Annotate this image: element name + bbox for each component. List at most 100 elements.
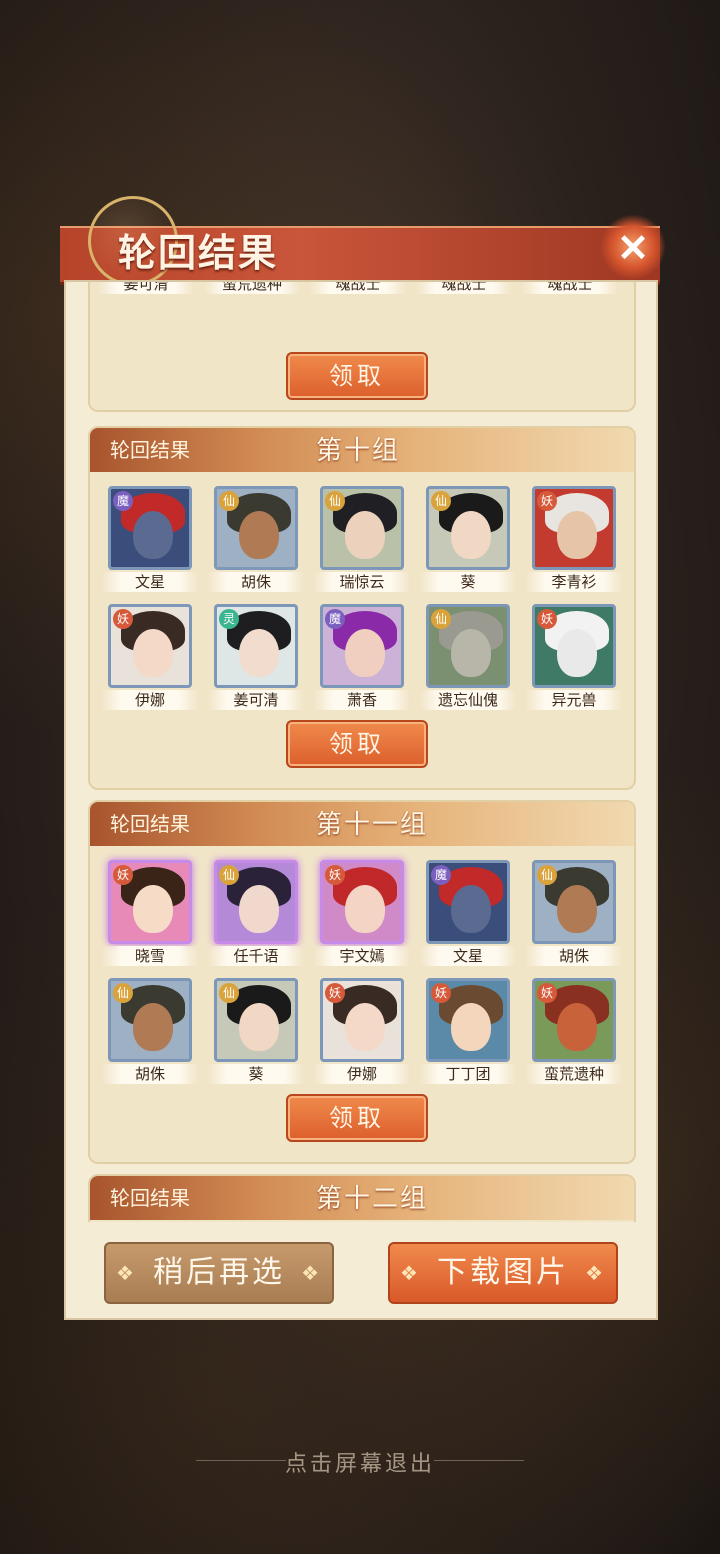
character-portrait: 仙 bbox=[214, 978, 298, 1062]
character-card[interactable]: 妖晓雪 bbox=[102, 860, 198, 966]
character-card[interactable]: 妖李青衫 bbox=[526, 486, 622, 592]
group-title: 第十二组 bbox=[316, 1184, 429, 1214]
character-name: 伊娜 bbox=[102, 690, 198, 710]
character-portrait: 仙 bbox=[426, 486, 510, 570]
character-name: 蛮荒遗种 bbox=[204, 282, 300, 294]
character-card[interactable]: 仙胡侏 bbox=[102, 978, 198, 1084]
character-name: 异元兽 bbox=[526, 690, 622, 710]
character-portrait: 妖 bbox=[108, 604, 192, 688]
character-card[interactable]: 灵姜可清 bbox=[208, 604, 304, 710]
character-name: 晓雪 bbox=[102, 946, 198, 966]
character-name: 文星 bbox=[420, 946, 516, 966]
group-header: 轮回结果 第十一组 bbox=[90, 802, 634, 846]
character-portrait: 仙 bbox=[108, 978, 192, 1062]
claim-button[interactable]: 领取 bbox=[286, 720, 428, 768]
character-card[interactable]: 仙瑞惊云 bbox=[314, 486, 410, 592]
faction-badge-icon: 妖 bbox=[113, 865, 133, 885]
faction-badge-icon: 魔 bbox=[325, 609, 345, 629]
character-card[interactable]: 魔文星 bbox=[102, 486, 198, 592]
character-card[interactable]: 妖异元兽 bbox=[526, 604, 622, 710]
character-card[interactable]: 仙胡侏 bbox=[526, 860, 622, 966]
character-name: 伊娜 bbox=[314, 1064, 410, 1084]
results-panel: 姜可清 蛮荒遗种 魂战士 魂战士 魂战士 领取 轮回结果 第十组魔文星仙胡侏仙瑞惊云仙葵妖… bbox=[64, 280, 658, 1320]
character-name: 瑞惊云 bbox=[314, 572, 410, 592]
result-group: 轮回结果 第十二组 bbox=[88, 1174, 636, 1222]
group-header: 轮回结果 第十组 bbox=[90, 428, 634, 472]
faction-badge-icon: 妖 bbox=[431, 983, 451, 1003]
character-portrait: 妖 bbox=[532, 604, 616, 688]
group-header-label: 轮回结果 bbox=[110, 1186, 190, 1210]
character-name: 姜可清 bbox=[208, 690, 304, 710]
character-card[interactable]: 仙葵 bbox=[208, 978, 304, 1084]
portrait-face bbox=[345, 629, 385, 677]
faction-badge-icon: 灵 bbox=[219, 609, 239, 629]
faction-badge-icon: 妖 bbox=[537, 609, 557, 629]
faction-badge-icon: 仙 bbox=[431, 609, 451, 629]
character-card[interactable]: 妖丁丁团 bbox=[420, 978, 516, 1084]
character-portrait: 妖 bbox=[320, 978, 404, 1062]
character-card[interactable]: 魔文星 bbox=[420, 860, 516, 966]
faction-badge-icon: 仙 bbox=[431, 491, 451, 511]
close-icon[interactable]: ✕ bbox=[600, 214, 666, 280]
faction-badge-icon: 仙 bbox=[113, 983, 133, 1003]
character-card[interactable]: 魔萧香 bbox=[314, 604, 410, 710]
character-card[interactable]: 妖伊娜 bbox=[314, 978, 410, 1084]
character-portrait: 仙 bbox=[214, 486, 298, 570]
character-name: 魂战士 bbox=[310, 282, 406, 294]
portrait-face bbox=[557, 629, 597, 677]
character-portrait: 妖 bbox=[426, 978, 510, 1062]
character-card[interactable]: 仙任千语 bbox=[208, 860, 304, 966]
character-card[interactable]: 仙胡侏 bbox=[208, 486, 304, 592]
character-card[interactable]: 妖伊娜 bbox=[102, 604, 198, 710]
download-image-label: 下载图片 bbox=[437, 1255, 569, 1290]
result-group: 轮回结果 第十组魔文星仙胡侏仙瑞惊云仙葵妖李青衫妖伊娜灵姜可清魔萧香仙遗忘仙傀妖异… bbox=[88, 426, 636, 790]
choose-later-button[interactable]: ❖ 稍后再选 ❖ bbox=[104, 1242, 334, 1304]
faction-badge-icon: 仙 bbox=[219, 983, 239, 1003]
claim-button-prev[interactable]: 领取 bbox=[286, 352, 428, 400]
character-portrait: 灵 bbox=[214, 604, 298, 688]
faction-badge-icon: 魔 bbox=[431, 865, 451, 885]
diamond-icon: ❖ bbox=[585, 1261, 606, 1285]
character-name: 宇文嫣 bbox=[314, 946, 410, 966]
group-title: 第十一组 bbox=[316, 810, 429, 840]
character-name: 魂战士 bbox=[416, 282, 512, 294]
character-name: 葵 bbox=[420, 572, 516, 592]
dialog-title: 轮回结果 bbox=[118, 230, 279, 275]
faction-badge-icon: 妖 bbox=[537, 983, 557, 1003]
character-name: 文星 bbox=[102, 572, 198, 592]
download-image-button[interactable]: ❖ 下载图片 ❖ bbox=[388, 1242, 618, 1304]
character-portrait: 妖 bbox=[108, 860, 192, 944]
portrait-face bbox=[133, 629, 173, 677]
portrait-face bbox=[451, 1003, 491, 1051]
tap-to-exit-hint[interactable]: 点击屏幕退出 bbox=[0, 1446, 720, 1478]
character-card[interactable]: 仙葵 bbox=[420, 486, 516, 592]
character-name: 葵 bbox=[208, 1064, 304, 1084]
group-header: 轮回结果 第十二组 bbox=[90, 1176, 634, 1220]
diamond-icon: ❖ bbox=[116, 1261, 137, 1285]
character-name: 萧香 bbox=[314, 690, 410, 710]
faction-badge-icon: 妖 bbox=[325, 865, 345, 885]
faction-badge-icon: 妖 bbox=[113, 609, 133, 629]
portrait-face bbox=[345, 511, 385, 559]
character-name: 胡侏 bbox=[102, 1064, 198, 1084]
faction-badge-icon: 仙 bbox=[219, 865, 239, 885]
character-name: 蛮荒遗种 bbox=[526, 1064, 622, 1084]
character-card[interactable]: 妖宇文嫣 bbox=[314, 860, 410, 966]
faction-badge-icon: 仙 bbox=[537, 865, 557, 885]
portrait-face bbox=[239, 885, 279, 933]
character-portrait: 仙 bbox=[214, 860, 298, 944]
character-portrait: 魔 bbox=[426, 860, 510, 944]
group-title: 第十组 bbox=[316, 436, 401, 466]
character-card[interactable]: 妖蛮荒遗种 bbox=[526, 978, 622, 1084]
portrait-face bbox=[239, 629, 279, 677]
character-card[interactable]: 仙遗忘仙傀 bbox=[420, 604, 516, 710]
result-group: 轮回结果 第十一组妖晓雪仙任千语妖宇文嫣魔文星仙胡侏仙胡侏仙葵妖伊娜妖丁丁团妖蛮荒… bbox=[88, 800, 636, 1164]
character-name: 李青衫 bbox=[526, 572, 622, 592]
portrait-face bbox=[345, 885, 385, 933]
portrait-face bbox=[239, 1003, 279, 1051]
result-group-prev: 姜可清 蛮荒遗种 魂战士 魂战士 魂战士 领取 bbox=[88, 282, 636, 412]
claim-button[interactable]: 领取 bbox=[286, 1094, 428, 1142]
character-portrait: 仙 bbox=[532, 860, 616, 944]
results-scroll-area[interactable]: 姜可清 蛮荒遗种 魂战士 魂战士 魂战士 领取 轮回结果 第十组魔文星仙胡侏仙瑞惊云仙葵妖… bbox=[66, 282, 656, 1222]
portrait-face bbox=[133, 1003, 173, 1051]
